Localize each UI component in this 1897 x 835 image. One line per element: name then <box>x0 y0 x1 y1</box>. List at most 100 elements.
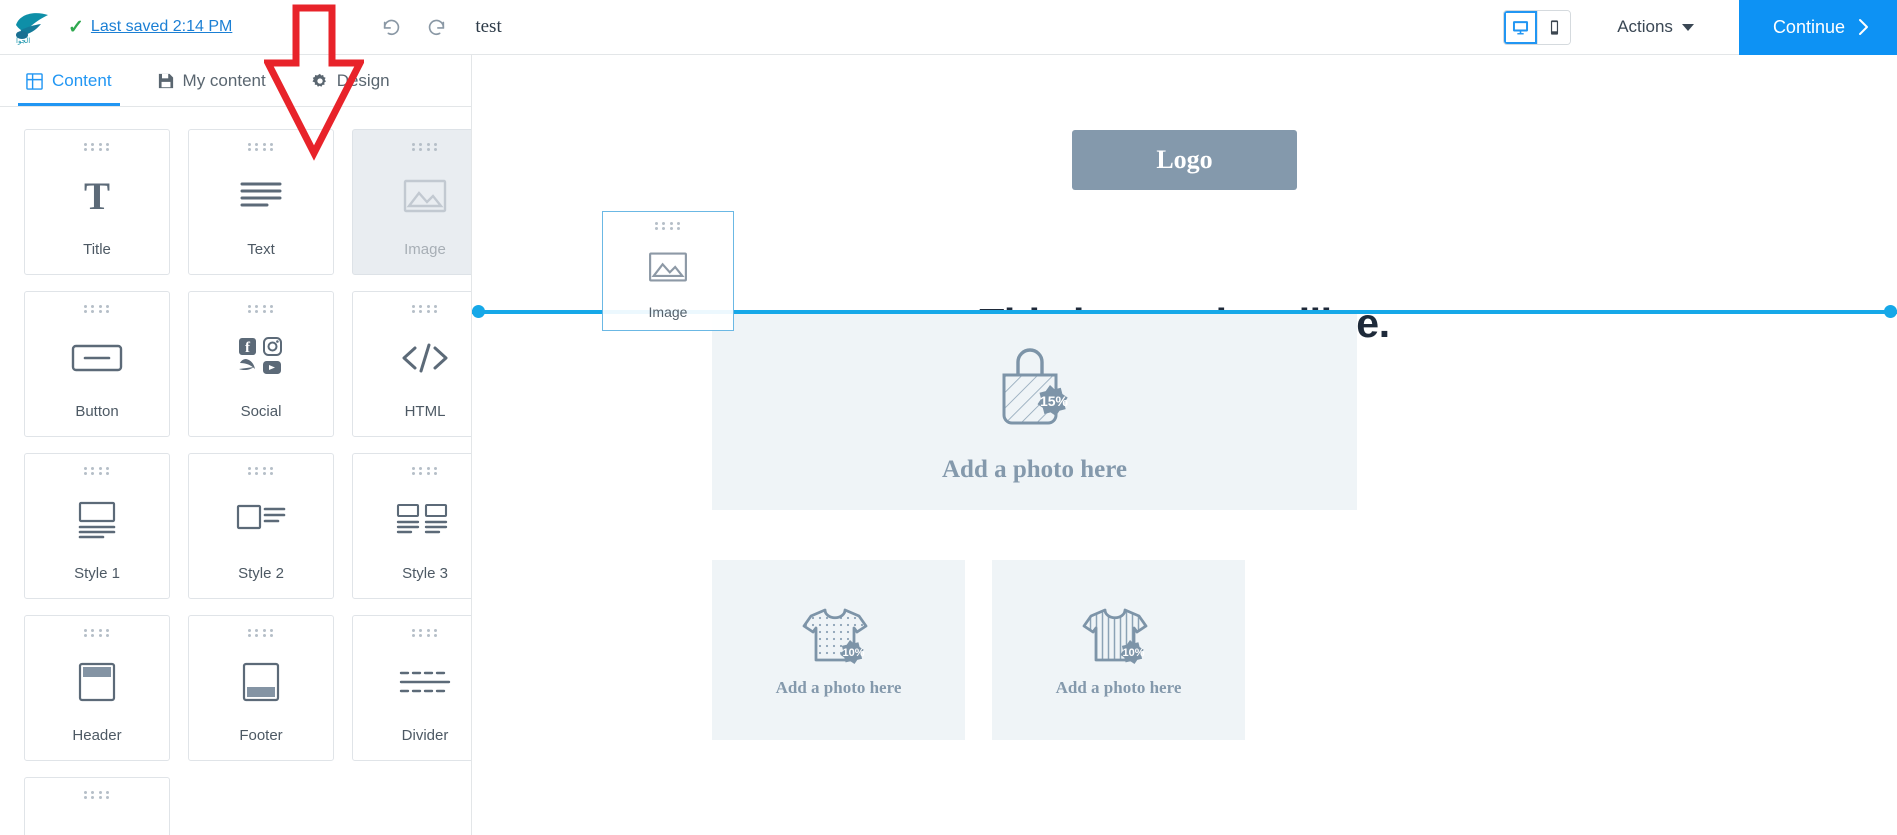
last-saved-link[interactable]: Last saved 2:14 PM <box>91 18 232 36</box>
drag-dots-icon[interactable] <box>84 629 110 637</box>
drag-dots-icon[interactable] <box>412 467 438 475</box>
picture-icon <box>353 151 471 241</box>
text-lines-icon <box>189 151 333 241</box>
block-tile-label: Header <box>72 727 122 744</box>
top-toolbar: الجوا ✓ Last saved 2:14 PM test Actions … <box>0 0 1897 55</box>
block-tile-label: Style 3 <box>402 565 448 582</box>
brand-logo[interactable]: الجوا <box>8 7 54 47</box>
drag-dots-icon[interactable] <box>84 143 110 151</box>
svg-text:الجوا: الجوا <box>16 37 30 45</box>
image-over-text-icon <box>25 475 169 565</box>
check-icon: ✓ <box>68 16 84 38</box>
logo-placeholder-block[interactable]: Logo <box>1072 130 1297 190</box>
mobile-preview-button[interactable] <box>1537 10 1571 44</box>
block-tile-title[interactable]: T Title <box>24 129 170 275</box>
social-networks-icon: f <box>189 313 333 403</box>
block-tile-label: Title <box>83 241 111 258</box>
mobile-phone-icon <box>1550 19 1558 35</box>
desktop-monitor-icon <box>1513 20 1529 34</box>
drag-dots-icon[interactable] <box>412 143 438 151</box>
tab-content[interactable]: Content <box>18 71 120 106</box>
top-toolbar-right: Actions Continue <box>1503 0 1897 55</box>
redo-icon <box>429 19 445 35</box>
block-tile-label: Footer <box>239 727 283 744</box>
desktop-preview-button[interactable] <box>1504 10 1538 44</box>
continue-button[interactable]: Continue <box>1738 0 1897 55</box>
block-tile-columns[interactable] <box>24 777 170 835</box>
code-brackets-icon <box>353 313 471 403</box>
image-beside-text-icon <box>189 475 333 565</box>
drag-dots-icon[interactable] <box>412 305 438 313</box>
block-tile-style-1[interactable]: Style 1 <box>24 453 170 599</box>
sidebar-tabs: Content My content Design <box>0 55 471 107</box>
drag-dots-icon[interactable] <box>84 467 110 475</box>
undo-button[interactable] <box>377 12 407 42</box>
drag-dots-icon[interactable] <box>248 629 274 637</box>
email-canvas[interactable]: Logo This is your headline. 15% Add a ph… <box>472 55 1897 835</box>
drag-dots-icon[interactable] <box>248 305 274 313</box>
block-tile-html[interactable]: HTML <box>352 291 471 437</box>
photo-placeholder-caption: Add a photo here <box>775 678 902 697</box>
drag-dots-icon[interactable] <box>248 467 274 475</box>
drag-ghost-label: Image <box>648 304 688 320</box>
floppy-save-icon <box>158 73 174 89</box>
drag-ghost-image-block[interactable]: Image <box>602 211 734 331</box>
content-sidebar: Content My content Design T Title Text I… <box>0 55 472 835</box>
block-tile-header[interactable]: Header <box>24 615 170 761</box>
tshirt-dotted-icon: 10% <box>802 608 867 664</box>
tshirt-striped-icon: 10% <box>1082 608 1147 664</box>
dashed-divider-icon <box>353 637 471 727</box>
tab-content-label: Content <box>52 71 112 90</box>
gear-icon <box>312 73 328 89</box>
drag-dots-icon[interactable] <box>84 305 110 313</box>
photo-placeholder-hero[interactable]: 15% Add a photo here <box>712 310 1357 510</box>
block-tile-label: Text <box>247 241 275 258</box>
drag-dots-icon[interactable] <box>412 629 438 637</box>
block-tile-label: Style 2 <box>238 565 284 582</box>
last-saved-status: ✓ Last saved 2:14 PM <box>68 18 232 37</box>
block-tile-button[interactable]: Button <box>24 291 170 437</box>
actions-label: Actions <box>1617 17 1673 36</box>
block-tile-social[interactable]: f Social <box>188 291 334 437</box>
device-preview-toggle <box>1503 9 1572 45</box>
block-tile-label: Image <box>404 241 446 258</box>
button-icon <box>25 313 169 403</box>
discount-badge-text: 10% <box>1122 647 1144 659</box>
photo-placeholder-left[interactable]: 10% Add a photo here <box>712 560 965 740</box>
block-tile-image[interactable]: Image <box>352 129 471 275</box>
photo-placeholder-caption: Add a photo here <box>1055 678 1182 697</box>
block-tile-style-2[interactable]: Style 2 <box>188 453 334 599</box>
grid-layout-icon <box>26 72 43 90</box>
document-title[interactable]: test <box>475 16 501 38</box>
photo-placeholder-right[interactable]: 10% Add a photo here <box>992 560 1245 740</box>
drag-dots-icon <box>655 222 681 230</box>
drop-indicator-handle-right <box>1884 305 1897 318</box>
block-tile-style-3[interactable]: Style 3 <box>352 453 471 599</box>
block-tile-label: HTML <box>404 403 446 420</box>
header-bar-icon <box>25 637 169 727</box>
block-tile-footer[interactable]: Footer <box>188 615 334 761</box>
block-tile-label: Social <box>240 403 282 420</box>
tab-design-label: Design <box>336 71 390 90</box>
block-tile-label: Button <box>75 403 119 420</box>
email-body: Logo This is your headline. 15% Add a ph… <box>472 55 1897 835</box>
tab-design[interactable]: Design <box>304 71 398 106</box>
block-tile-text[interactable]: Text <box>188 129 334 275</box>
columns-block-icon <box>25 799 169 835</box>
chevron-down-icon <box>1681 23 1694 31</box>
block-tile-divider[interactable]: Divider <box>352 615 471 761</box>
drop-indicator-handle-left <box>472 305 485 318</box>
chevron-right-icon <box>1859 19 1868 35</box>
continue-label: Continue <box>1772 16 1845 37</box>
redo-button[interactable] <box>421 12 451 42</box>
actions-menu-button[interactable]: Actions <box>1617 17 1694 37</box>
tab-my-content[interactable]: My content <box>150 71 274 106</box>
block-tile-label: Style 1 <box>74 565 120 582</box>
discount-badge-text: 10% <box>842 647 864 659</box>
drag-dots-icon[interactable] <box>248 143 274 151</box>
drag-dots-icon[interactable] <box>84 791 110 799</box>
content-blocks-grid: T Title Text Image Button f Social HTML … <box>0 107 471 835</box>
history-buttons <box>377 12 451 42</box>
two-column-cards-icon <box>353 475 471 565</box>
block-tile-label: Divider <box>401 727 449 744</box>
